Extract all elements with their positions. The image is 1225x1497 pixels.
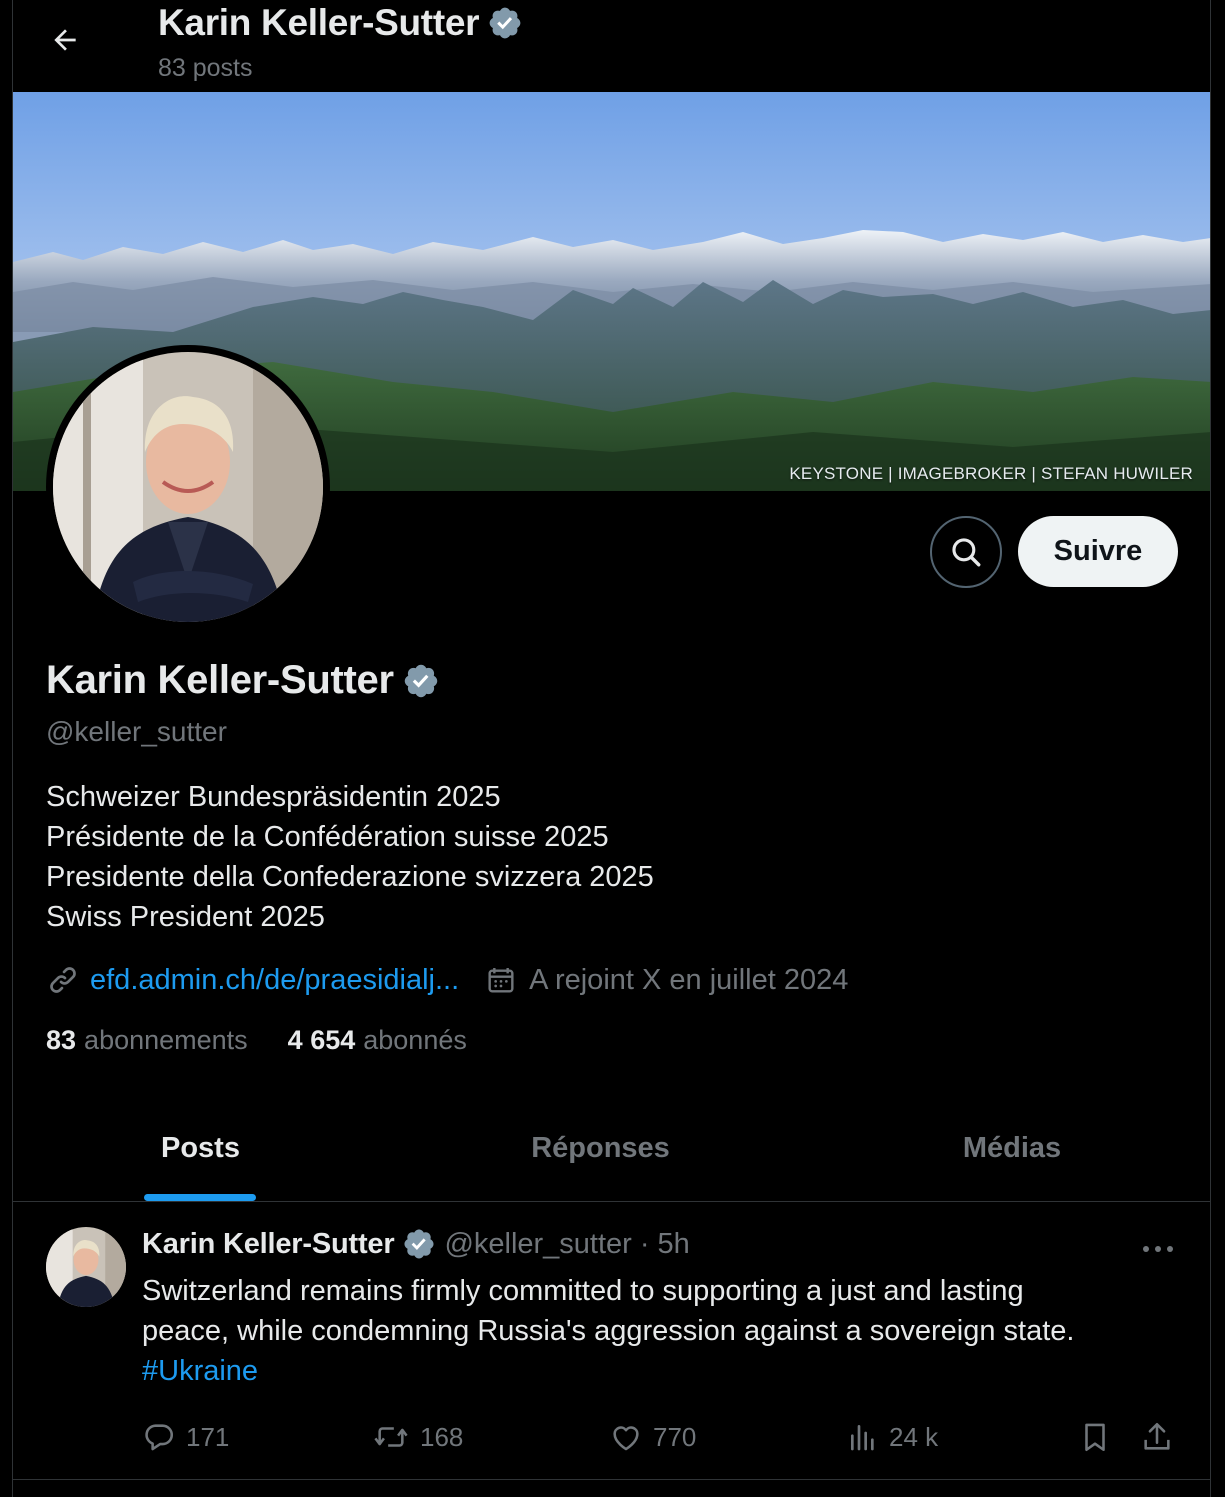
- post-text: Switzerland remains firmly committed to …: [142, 1271, 1172, 1391]
- verified-badge-icon[interactable]: [487, 5, 523, 41]
- following-link[interactable]: 83 abonnements: [46, 1025, 248, 1056]
- tab-label: Posts: [161, 1131, 240, 1164]
- post-more-button[interactable]: [1138, 1229, 1178, 1269]
- profile-handle: @keller_sutter: [46, 716, 227, 747]
- profile-name: Karin Keller-Sutter: [46, 658, 440, 703]
- more-horizontal-icon: [1142, 1244, 1174, 1254]
- post-timestamp[interactable]: 5h: [658, 1228, 690, 1261]
- share-icon: [1140, 1419, 1174, 1455]
- reply-button[interactable]: 171: [142, 1415, 229, 1459]
- bookmark-icon: [1078, 1419, 1112, 1455]
- profile-bio: Schweizer Bundespräsidentin 2025 Préside…: [46, 777, 654, 937]
- following-label: abonnements: [84, 1025, 248, 1055]
- bio-line: Schweizer Bundespräsidentin 2025: [46, 781, 501, 813]
- active-tab-indicator: [144, 1194, 256, 1201]
- post-actions: 171 168 770 24 k: [142, 1415, 1182, 1459]
- tab-label: Réponses: [531, 1131, 670, 1164]
- post-separator: ·: [639, 1227, 650, 1260]
- back-button[interactable]: [41, 16, 89, 64]
- bio-line: Swiss President 2025: [46, 901, 325, 933]
- profile-photo: [53, 352, 323, 622]
- verified-badge-icon[interactable]: [402, 662, 440, 700]
- followers-link[interactable]: 4 654 abonnés: [288, 1025, 467, 1056]
- views-count: 24 k: [889, 1421, 939, 1452]
- profile-display-name: Karin Keller-Sutter: [46, 658, 394, 702]
- tab-posts[interactable]: Posts: [13, 1095, 388, 1201]
- link-icon: [46, 963, 80, 997]
- post-avatar[interactable]: [46, 1227, 126, 1307]
- arrow-left-icon: [49, 24, 81, 56]
- header-name: Karin Keller-Sutter: [158, 2, 480, 43]
- like-count: 770: [653, 1421, 697, 1452]
- share-button[interactable]: [1140, 1415, 1174, 1459]
- post-author-handle[interactable]: @keller_sutter: [444, 1228, 631, 1261]
- join-date-text: A rejoint X en juillet 2024: [529, 963, 849, 996]
- tab-replies[interactable]: Réponses: [388, 1095, 813, 1201]
- bio-line: Présidente de la Confédération suisse 20…: [46, 821, 609, 853]
- search-icon: [949, 535, 983, 569]
- post-text-line: Switzerland remains firmly committed to …: [142, 1275, 1024, 1307]
- search-posts-button[interactable]: [930, 516, 1002, 588]
- post-text-line: peace, while condemning Russia's aggress…: [142, 1315, 1075, 1347]
- followers-label: abonnés: [363, 1025, 467, 1055]
- repost-count: 168: [420, 1421, 464, 1452]
- heart-icon: [609, 1420, 643, 1454]
- website-url[interactable]: efd.admin.ch/de/praesidialj...: [90, 964, 459, 997]
- profile-meta: efd.admin.ch/de/praesidialj... A rejoint…: [46, 960, 848, 1000]
- bio-line: Presidente della Confederazione svizzera…: [46, 861, 654, 893]
- profile-website-link[interactable]: efd.admin.ch/de/praesidialj...: [46, 963, 459, 997]
- like-button[interactable]: 770: [609, 1415, 696, 1459]
- post-author-name[interactable]: Karin Keller-Sutter: [142, 1228, 395, 1261]
- post-card[interactable]: Karin Keller-Sutter @keller_sutter · 5h …: [13, 1203, 1210, 1480]
- reply-count: 171: [186, 1421, 230, 1452]
- post-header: Karin Keller-Sutter @keller_sutter · 5h: [142, 1227, 690, 1261]
- follow-stats: 83 abonnements 4 654 abonnés: [46, 1025, 467, 1056]
- profile-tabs: Posts Réponses Médias: [13, 1095, 1210, 1202]
- comment-icon: [142, 1420, 176, 1454]
- tab-label: Médias: [962, 1131, 1062, 1164]
- repost-button[interactable]: 168: [372, 1415, 463, 1459]
- calendar-icon: [485, 964, 517, 996]
- followers-count: 4 654: [287, 1025, 356, 1055]
- profile-page: Karin Keller-Sutter 83 posts KEYSTONE | …: [12, 0, 1211, 1497]
- banner-credit: KEYSTONE | IMAGEBROKER | STEFAN HUWILER: [789, 464, 1193, 483]
- profile-avatar[interactable]: [46, 345, 330, 629]
- post-count: 83 posts: [158, 54, 253, 82]
- following-count: 83: [46, 1025, 77, 1055]
- follow-button[interactable]: Suivre: [1018, 516, 1178, 587]
- views-chart-icon: [847, 1421, 879, 1453]
- repost-icon: [372, 1420, 410, 1454]
- join-date: A rejoint X en juillet 2024: [485, 964, 848, 997]
- views-button[interactable]: 24 k: [847, 1415, 938, 1459]
- verified-badge-icon[interactable]: [402, 1227, 436, 1261]
- top-bar: Karin Keller-Sutter 83 posts: [13, 0, 1210, 92]
- post-hashtag[interactable]: #Ukraine: [142, 1355, 258, 1387]
- header-title: Karin Keller-Sutter: [158, 2, 523, 44]
- tab-media[interactable]: Médias: [813, 1095, 1210, 1201]
- bookmark-button[interactable]: [1078, 1415, 1112, 1459]
